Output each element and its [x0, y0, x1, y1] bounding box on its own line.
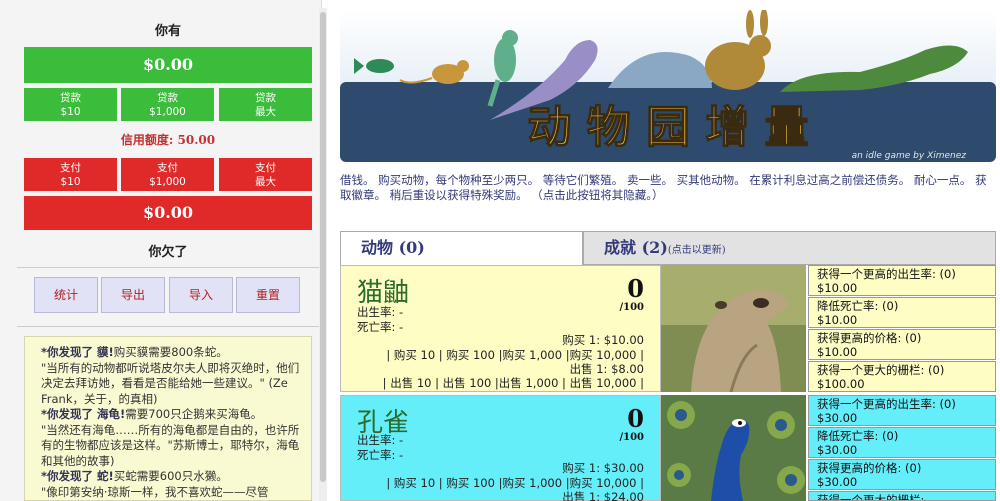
- upgrade-price-button[interactable]: 获得更高的价格: (0) $30.00: [808, 459, 996, 490]
- reset-button[interactable]: 重置: [236, 277, 300, 313]
- game-title: 动 物 园 增 量: [527, 102, 808, 153]
- loan-amount: $1,000: [149, 106, 186, 118]
- loan-label: 贷款: [255, 92, 276, 104]
- tab-achievements-label: 成就 (2): [604, 238, 668, 257]
- pay-max-button[interactable]: 支付 最大: [219, 158, 312, 191]
- app-root: 你有 $0.00 贷款 $10 贷款 $1,000 贷款 最大 信用额度: 50…: [0, 0, 1000, 501]
- tab-animals[interactable]: 动物 (0): [340, 231, 583, 265]
- game-subtitle: an idle game by Ximenez: [852, 151, 967, 161]
- upgrade-price: $30.00: [817, 411, 858, 425]
- birth-rate: 出生率: -: [357, 433, 404, 447]
- loan-label: 贷款: [60, 92, 81, 104]
- loan-max-button[interactable]: 贷款 最大: [219, 88, 312, 121]
- upgrade-label: 获得一个更高的出生率: (0): [817, 397, 956, 411]
- debt-display: $0.00: [24, 196, 312, 230]
- birth-rate: 出生率: -: [357, 305, 404, 319]
- story-text: "当所有的动物都听说塔皮尔夫人即将灭绝时，他们决定去拜访她，看看是否能给她一些建…: [41, 360, 300, 406]
- you-owe-heading: 你欠了: [148, 245, 188, 260]
- tab-achievements-hint: (点击以更新): [667, 245, 726, 256]
- upgrade-label: 获得一个更高的出生率: (0): [817, 267, 956, 281]
- story-text: 购买貘需要800条蛇。: [113, 345, 228, 359]
- left-panel: 你有 $0.00 贷款 $10 贷款 $1,000 贷款 最大 信用额度: 50…: [0, 0, 322, 501]
- animal-capacity: /100: [619, 302, 644, 313]
- pay-10-button[interactable]: 支付 $10: [24, 158, 117, 191]
- pay-label: 支付: [60, 162, 81, 174]
- upgrade-price: $30.00: [817, 443, 858, 457]
- animal-count: 0: [627, 274, 644, 303]
- upgrade-label: 获得一个更大的栅栏: (0): [817, 363, 945, 377]
- divider: [17, 267, 319, 268]
- death-rate: 死亡率: -: [357, 448, 404, 462]
- story-entry: "当所有的动物都听说塔皮尔夫人即将灭绝时，他们决定去拜访她，看看是否能给她一些建…: [41, 361, 305, 408]
- tab-bar: 动物 (0) 成就 (2)(点击以更新): [340, 231, 996, 265]
- upgrade-price: $30.00: [817, 475, 858, 489]
- pay-label: 支付: [157, 162, 178, 174]
- divider: [17, 326, 319, 327]
- upgrade-birth-rate-button[interactable]: 获得一个更高的出生率: (0) $10.00: [808, 265, 996, 296]
- pay-amount: 最大: [255, 176, 276, 188]
- animal-card-meerkat: 猫鼬 出生率: - 死亡率: - 0 /100 购买 1: $10.00 | 购…: [340, 265, 661, 392]
- loan-amount: 最大: [255, 106, 276, 118]
- peacock-photo: [661, 395, 806, 501]
- animal-capacity: /100: [619, 432, 644, 443]
- story-entry: *你发现了 蛇!买蛇需要600只水獭。: [41, 469, 305, 485]
- loan-label: 贷款: [157, 92, 178, 104]
- money-display: $0.00: [24, 47, 312, 83]
- scrollbar-thumb[interactable]: [320, 12, 326, 482]
- story-found: *你发现了 蛇!: [41, 469, 114, 483]
- stats-button[interactable]: 统计: [34, 277, 98, 313]
- death-rate: 死亡率: -: [357, 320, 404, 334]
- upgrade-price: $10.00: [817, 281, 858, 295]
- story-entry: *你发现了 海龟!需要700只企鹅来买海龟。: [41, 407, 305, 423]
- loan-1000-button[interactable]: 贷款 $1,000: [121, 88, 214, 121]
- tab-achievements[interactable]: 成就 (2)(点击以更新): [583, 231, 996, 265]
- story-found: *你发现了 海龟!: [41, 407, 126, 421]
- story-text: 需要700只企鹅来买海龟。: [125, 407, 263, 421]
- instructions-text[interactable]: 借钱。 购买动物，每个物种至少两只。 等待它们繁殖。 卖一些。 买其他动物。 在…: [340, 173, 996, 203]
- buy-1-link[interactable]: 购买 1: $30.00: [562, 460, 644, 476]
- loan-amount: $10: [60, 106, 81, 118]
- upgrade-death-rate-button[interactable]: 降低死亡率: (0) $30.00: [808, 427, 996, 458]
- story-text: "像印第安纳·琼斯一样，我不喜欢蛇——尽管: [41, 484, 269, 499]
- export-button[interactable]: 导出: [101, 277, 165, 313]
- loan-10-button[interactable]: 贷款 $10: [24, 88, 117, 121]
- pay-1000-button[interactable]: 支付 $1,000: [121, 158, 214, 191]
- sell-more-links[interactable]: | 出售 10 | 出售 100 |出售 1,000 | 出售 10,000 |: [383, 375, 644, 391]
- story-log: *你发现了 貘!购买貘需要800条蛇。 "当所有的动物都听说塔皮尔夫人即将灭绝时…: [24, 336, 312, 501]
- you-have-heading: 你有: [154, 24, 181, 39]
- story-entry: "像印第安纳·琼斯一样，我不喜欢蛇——尽管: [41, 485, 305, 501]
- upgrade-price: $10.00: [817, 313, 858, 327]
- upgrade-death-rate-button[interactable]: 降低死亡率: (0) $10.00: [808, 297, 996, 328]
- story-text: "当然还有海龟……所有的海龟都是自由的，也许所有的生物都应该是这样。"苏斯博士，…: [41, 422, 300, 468]
- upgrade-fence-button[interactable]: 获得一个更大的栅栏:: [808, 491, 996, 501]
- upgrade-price: $10.00: [817, 345, 858, 359]
- buy-1-link[interactable]: 购买 1: $10.00: [562, 332, 644, 348]
- upgrade-birth-rate-button[interactable]: 获得一个更高的出生率: (0) $30.00: [808, 395, 996, 426]
- animal-card-peacock: 孔雀 出生率: - 死亡率: - 0 /100 购买 1: $30.00 | 购…: [340, 395, 661, 501]
- upgrade-label: 获得一个更大的栅栏:: [817, 493, 925, 501]
- pay-amount: $10: [60, 176, 81, 188]
- story-text: 买蛇需要600只水獭。: [113, 469, 228, 483]
- story-entry: "当然还有海龟……所有的海龟都是自由的，也许所有的生物都应该是这样。"苏斯博士，…: [41, 423, 305, 470]
- upgrade-label: 获得更高的价格: (0): [817, 461, 922, 475]
- story-found: *你发现了 貘!: [41, 345, 114, 359]
- left-scrollbar[interactable]: [319, 8, 327, 501]
- story-entry: *你发现了 貘!购买貘需要800条蛇。: [41, 345, 305, 361]
- upgrade-fence-button[interactable]: 获得一个更大的栅栏: (0) $100.00: [808, 361, 996, 392]
- import-button[interactable]: 导入: [169, 277, 233, 313]
- meerkat-photo: [661, 265, 806, 392]
- upgrade-label: 获得更高的价格: (0): [817, 331, 922, 345]
- animal-count: 0: [627, 404, 644, 433]
- banner-art: 动 物 园 增 量 an idle game by Ximenez: [340, 10, 996, 162]
- upgrade-label: 降低死亡率: (0): [817, 429, 899, 443]
- banner: 动 物 园 增 量 an idle game by Ximenez: [340, 10, 996, 162]
- upgrade-label: 降低死亡率: (0): [817, 299, 899, 313]
- sell-1-link[interactable]: 出售 1: $24.00: [562, 489, 644, 501]
- credit-limit: 信用额度: 50.00: [120, 133, 216, 147]
- upgrade-price-button[interactable]: 获得更高的价格: (0) $10.00: [808, 329, 996, 360]
- pay-label: 支付: [255, 162, 276, 174]
- upgrade-price: $100.00: [817, 377, 865, 391]
- pay-amount: $1,000: [149, 176, 186, 188]
